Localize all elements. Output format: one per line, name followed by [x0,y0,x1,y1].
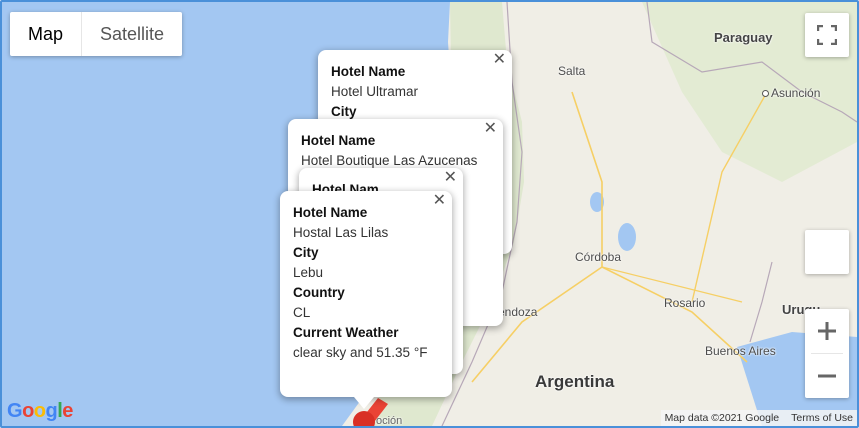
label-paraguay: Paraguay [714,30,773,45]
close-icon[interactable]: ✕ [484,121,497,137]
map-frame: Paraguay Salta Asunción Córdoba Rosario … [0,0,859,428]
fullscreen-icon [817,25,837,45]
label-salta: Salta [558,64,586,78]
close-icon[interactable]: ✕ [493,52,506,68]
zoom-in-button[interactable] [805,309,849,353]
label-rosario: Rosario [664,296,706,310]
map-type-map-button[interactable]: Map [10,12,83,56]
label-argentina: Argentina [535,372,615,391]
country-label: Country [293,285,345,300]
hotel-name-label: Hotel Name [331,64,406,79]
label-cordoba: Córdoba [575,250,622,264]
terms-of-use-link[interactable]: Terms of Use [791,412,853,424]
info-window: ✕ Hotel Name Hostal Las Lilas City Lebu … [280,191,452,397]
city-dot-icon [762,90,769,98]
zoom-control [805,309,849,398]
street-view-button[interactable] [805,230,849,274]
city-label: City [293,245,319,260]
weather-label: Current Weather [293,325,399,340]
map-type-control: Map Satellite [10,12,183,56]
zoom-out-icon [818,374,836,378]
city-value: Lebu [293,265,324,280]
hotel-name-label: Hotel Name [293,205,368,220]
map-type-satellite-button[interactable]: Satellite [82,12,182,56]
close-icon[interactable]: ✕ [444,170,457,186]
label-mendoza: endoza [498,305,538,319]
map-attribution: Map data ©2021 Google Terms of Use [660,410,857,426]
hotel-name-value: Hostal Las Lilas [293,225,389,240]
zoom-in-icon [818,322,836,340]
weather-value: clear sky and 51.35 °F [293,345,428,360]
country-value: CL [293,305,311,320]
zoom-out-button[interactable] [805,354,849,398]
label-asuncion: Asunción [762,86,820,100]
info-window-tail [354,397,374,409]
close-icon[interactable]: ✕ [433,193,446,209]
fullscreen-button[interactable] [805,13,849,57]
map-data-text: Map data ©2021 Google [664,412,780,424]
label-buenos-aires: Buenos Aires [705,344,776,358]
hotel-name-label: Hotel Name [301,133,376,148]
google-logo[interactable]: Google [7,400,73,423]
hotel-name-value: Hotel Ultramar [331,84,419,99]
